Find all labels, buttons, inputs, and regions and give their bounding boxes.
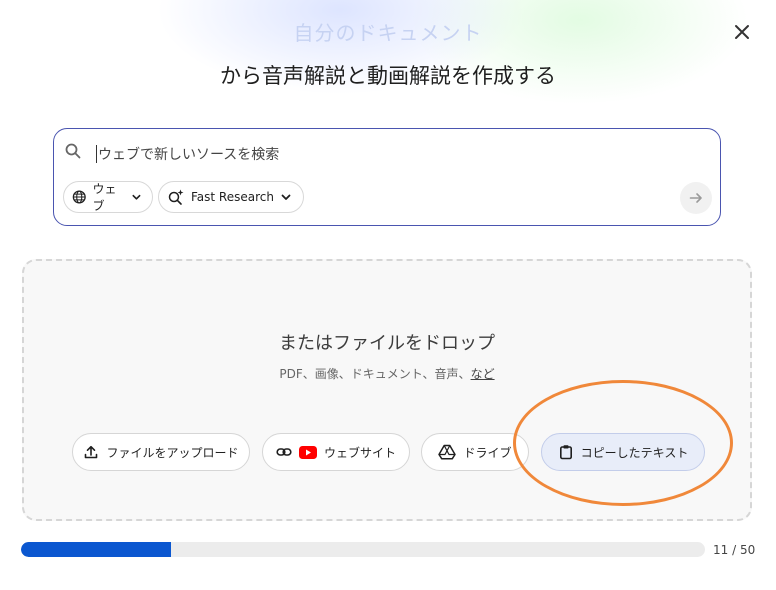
- supported-types-text: PDF、画像、ドキュメント、音声、: [279, 367, 471, 381]
- clipboard-icon: [559, 445, 572, 460]
- research-mode-label: Fast Research: [191, 190, 274, 204]
- website-source-button[interactable]: ウェブサイト: [262, 433, 410, 471]
- file-drop-zone[interactable]: またはファイルをドロップ PDF、画像、ドキュメント、音声、など ファイルをアッ…: [22, 259, 752, 521]
- paste-text-label: コピーしたテキスト: [580, 445, 689, 460]
- chevron-down-icon: [132, 194, 141, 200]
- upload-file-label: ファイルをアップロード: [106, 445, 239, 460]
- source-limit-progress: [21, 542, 705, 557]
- drop-zone-title: またはファイルをドロップ: [279, 333, 495, 354]
- drive-icon: [438, 444, 457, 460]
- search-box: ウェブで新しいソースを検索 ウェブ Fast Research: [53, 128, 721, 226]
- globe-icon: [72, 190, 86, 204]
- drive-source-label: ドライブ: [463, 445, 512, 460]
- close-icon: [735, 25, 749, 39]
- faded-title: 自分のドキュメント: [293, 21, 483, 45]
- research-mode-dropdown[interactable]: Fast Research: [158, 181, 304, 213]
- chevron-down-icon: [281, 194, 291, 200]
- upload-icon: [85, 445, 98, 459]
- dialog-title: から音声解説と動画解説を作成する: [220, 64, 556, 88]
- source-type-label: ウェブ: [92, 182, 117, 213]
- website-source-label: ウェブサイト: [323, 445, 396, 460]
- search-input[interactable]: ウェブで新しいソースを検索: [96, 141, 656, 167]
- arrow-right-icon: [689, 193, 702, 203]
- sparkle-search-icon: [168, 189, 184, 205]
- source-count-text: 11 / 50: [713, 543, 756, 557]
- progress-fill: [21, 542, 172, 557]
- search-icon: [64, 142, 82, 160]
- search-placeholder: ウェブで新しいソースを検索: [98, 147, 280, 163]
- close-button[interactable]: [728, 18, 756, 46]
- paste-text-button[interactable]: コピーしたテキスト: [541, 433, 705, 471]
- upload-file-button[interactable]: ファイルをアップロード: [72, 433, 250, 471]
- drop-zone-subtitle: PDF、画像、ドキュメント、音声、など: [24, 365, 750, 382]
- text-caret: [96, 145, 97, 163]
- more-types-link[interactable]: など: [471, 367, 495, 381]
- submit-search-button[interactable]: [680, 182, 712, 214]
- link-icon: [276, 448, 292, 456]
- source-type-dropdown[interactable]: ウェブ: [63, 181, 153, 213]
- drive-source-button[interactable]: ドライブ: [421, 433, 529, 471]
- youtube-icon: [298, 445, 317, 459]
